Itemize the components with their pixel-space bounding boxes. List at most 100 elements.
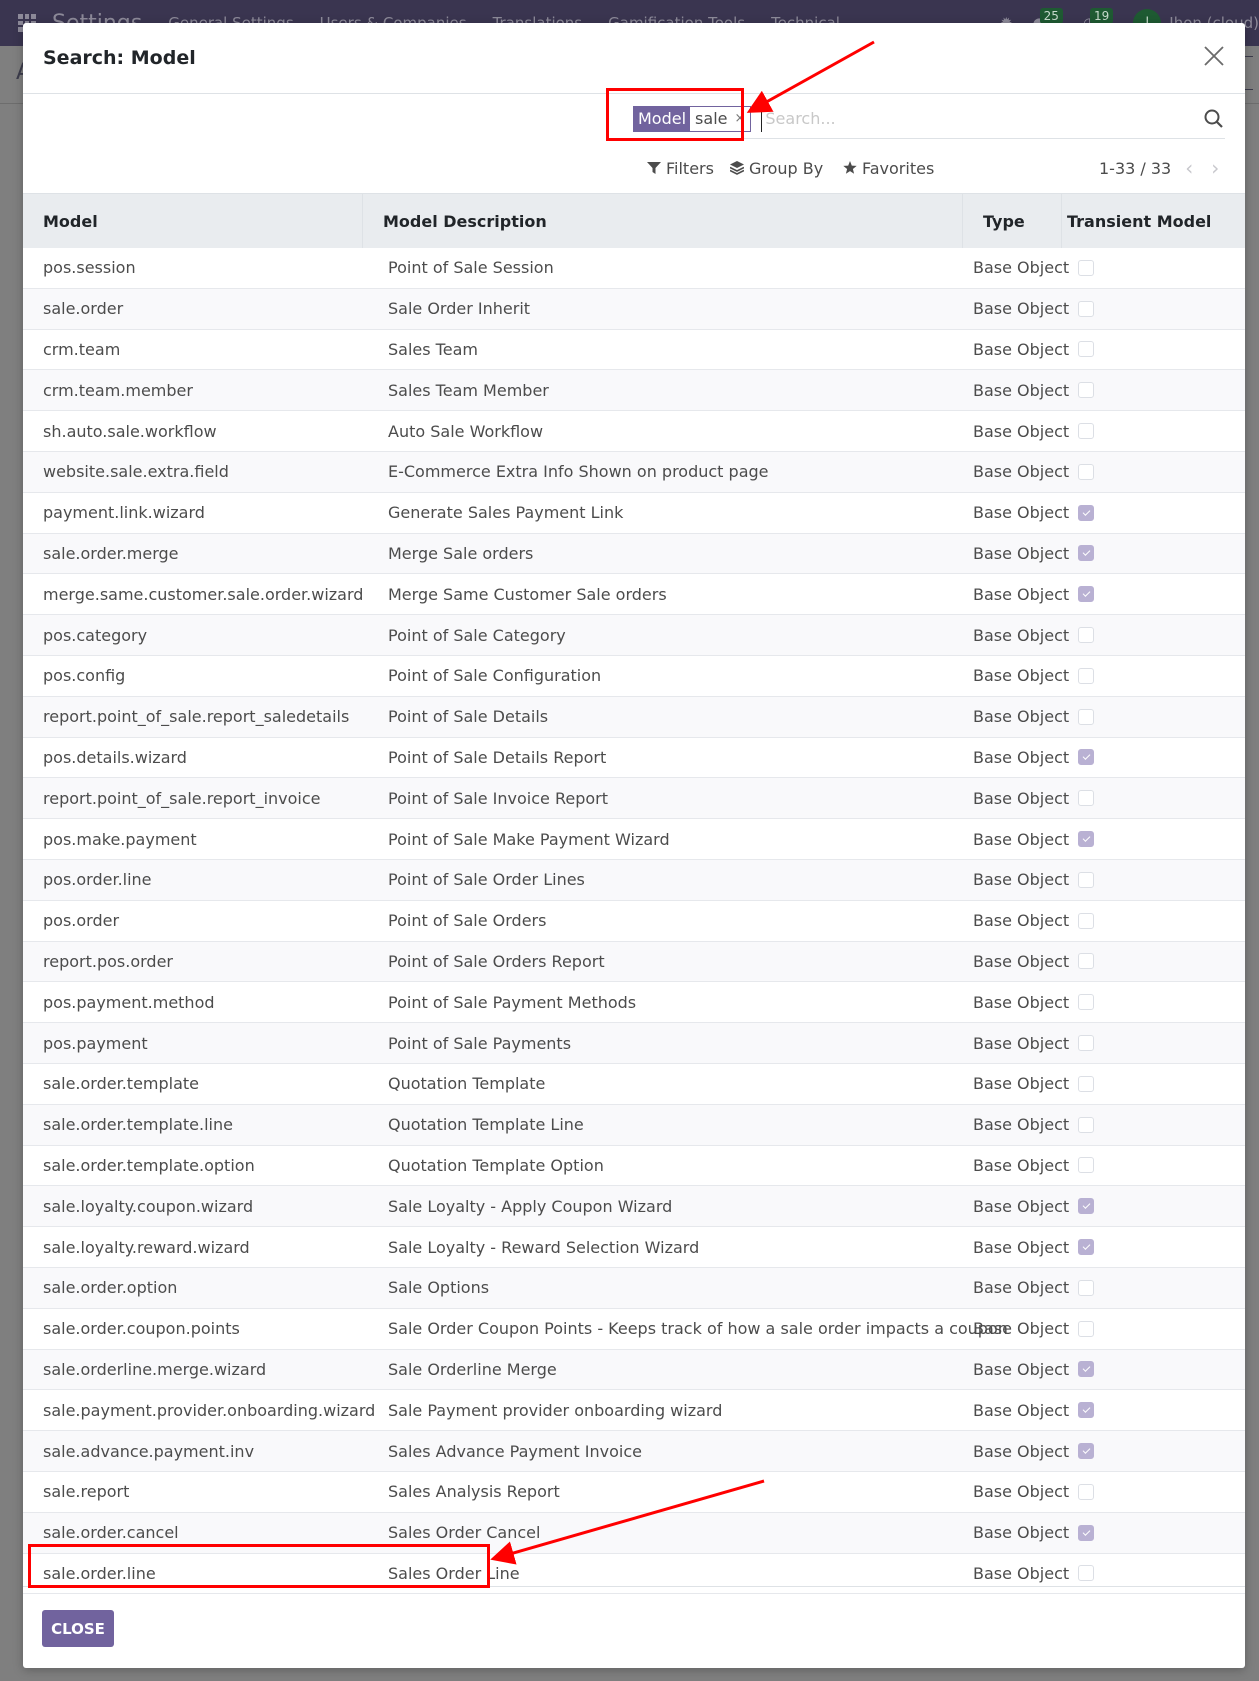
cell-model-description: Sale Options <box>388 1278 490 1298</box>
table-row[interactable]: crm.team.member Sales Team Member Base Obj… <box>23 370 1245 412</box>
table-header: Model Model Description Type Transient M… <box>23 193 1245 248</box>
cell-model-description: Sales Team Member <box>388 380 549 400</box>
checkbox-checked <box>1078 749 1094 766</box>
cell-model-description: Sale Orderline Merge <box>388 1359 557 1379</box>
cell-model-description: Auto Sale Workflow <box>388 421 544 441</box>
search-facet-model: Model sale × <box>633 105 752 132</box>
column-header-type[interactable]: Type <box>963 194 1062 248</box>
table-row[interactable]: sale.order Sale Order Inherit Base Object <box>23 288 1245 330</box>
search-icon[interactable] <box>1203 108 1225 130</box>
cell-model: pos.payment.method <box>43 992 215 1012</box>
cell-transient-model <box>1062 656 1245 696</box>
table-row[interactable]: pos.payment Point of Sale Payments Base Ob… <box>23 1023 1245 1064</box>
models-table: Model Model Description Type Transient M… <box>23 193 1245 1595</box>
group-by-button[interactable]: Group By <box>730 153 823 183</box>
checkbox-unchecked <box>1078 1035 1094 1052</box>
checkbox-unchecked <box>1078 667 1094 684</box>
cell-model: pos.details.wizard <box>43 747 187 767</box>
table-row[interactable]: sale.order.coupon.points Sale Order Coupo… <box>23 1309 1245 1350</box>
cell-model-description: Point of Sale Payment Methods <box>388 992 637 1012</box>
checkbox-unchecked <box>1078 382 1094 399</box>
cell-type: Base Object <box>973 829 1070 849</box>
cell-model-description: Sales Order Cancel <box>388 1523 541 1543</box>
checkbox-unchecked <box>1078 341 1094 358</box>
pager-previous-icon[interactable]: ‹ <box>1181 156 1197 180</box>
checkbox-unchecked <box>1078 1565 1094 1582</box>
table-row[interactable]: sale.loyalty.coupon.wizard Sale Loyalty -… <box>23 1186 1245 1228</box>
cell-model-description: Point of Sale Order Lines <box>388 870 585 890</box>
cell-type: Base Object <box>973 707 1070 727</box>
table-row[interactable]: report.pos.order Point of Sale Orders Rep… <box>23 941 1245 983</box>
cell-model-description: Quotation Template <box>388 1074 546 1094</box>
search-input[interactable] <box>761 105 1203 132</box>
table-row[interactable]: sale.order.template.line Quotation Templa… <box>23 1104 1245 1146</box>
checkbox-unchecked <box>1078 1483 1094 1500</box>
checkbox-unchecked <box>1078 871 1094 888</box>
filters-button[interactable]: Filters <box>647 153 714 183</box>
cell-transient-model <box>1062 697 1245 737</box>
cell-model: sale.payment.provider.onboarding.wizard <box>43 1400 376 1420</box>
cell-model: report.point_of_sale.report_invoice <box>43 788 321 808</box>
pager-next-icon[interactable]: › <box>1207 156 1223 180</box>
cell-model: sale.order.template <box>43 1074 200 1094</box>
table-row[interactable]: sale.orderline.merge.wizard Sale Orderlin… <box>23 1349 1245 1391</box>
pager-value[interactable]: 1-33 / 33 <box>1099 159 1171 178</box>
cell-model-description: Sale Loyalty - Reward Selection Wizard <box>388 1237 700 1257</box>
cell-transient-model <box>1062 534 1245 574</box>
checkbox-unchecked <box>1078 708 1094 725</box>
pager: 1-33 / 33 ‹ › <box>1099 153 1223 183</box>
table-row[interactable]: merge.same.customer.sale.order.wizard Mer… <box>23 574 1245 616</box>
cell-transient-model <box>1062 370 1245 410</box>
column-header-transient-model[interactable]: Transient Model <box>1062 194 1245 248</box>
facet-remove-icon[interactable]: × <box>732 106 751 131</box>
close-icon[interactable] <box>1201 43 1227 69</box>
checkbox-unchecked <box>1078 627 1094 644</box>
column-header-model[interactable]: Model <box>23 194 363 248</box>
table-row[interactable]: report.point_of_sale.report_invoice Point… <box>23 778 1245 820</box>
table-row[interactable]: pos.session Point of Sale Session Base Obj… <box>23 248 1245 289</box>
cell-type: Base Object <box>973 625 1070 645</box>
table-row[interactable]: sale.order.option Sale Options Base Object <box>23 1267 1245 1309</box>
cell-type: Base Object <box>973 992 1070 1012</box>
cell-model: sale.order.cancel <box>43 1523 179 1543</box>
table-row[interactable]: website.sale.extra.field E-Commerce Extra… <box>23 451 1245 493</box>
table-row[interactable]: sale.advance.payment.inv Sales Advance Pa… <box>23 1431 1245 1472</box>
table-row[interactable]: pos.order Point of Sale Orders Base Object <box>23 901 1245 942</box>
cell-model: sale.order <box>43 299 124 319</box>
messages-badge: 25 <box>1039 8 1063 24</box>
cell-type: Base Object <box>973 299 1070 319</box>
cell-model-description: Point of Sale Orders <box>388 911 547 931</box>
close-button[interactable]: CLOSE <box>42 1610 114 1647</box>
cell-transient-model <box>1062 330 1245 370</box>
table-row[interactable]: payment.link.wizard Generate Sales Paymen… <box>23 493 1245 534</box>
table-row[interactable]: sale.report Sales Analysis Report Base Obj… <box>23 1472 1245 1513</box>
layers-icon <box>730 161 744 175</box>
table-row[interactable]: pos.details.wizard Point of Sale Details … <box>23 738 1245 779</box>
cell-model-description: Point of Sale Session <box>388 258 554 278</box>
table-row[interactable]: pos.category Point of Sale Category Base O… <box>23 615 1245 656</box>
favorites-button[interactable]: Favorites <box>843 153 934 183</box>
table-row[interactable]: sale.loyalty.reward.wizard Sale Loyalty -… <box>23 1227 1245 1268</box>
table-row[interactable]: sale.order.template.option Quotation Temp… <box>23 1146 1245 1187</box>
cell-transient-model <box>1062 860 1245 900</box>
checkbox-unchecked <box>1078 790 1094 807</box>
cell-type: Base Object <box>973 1237 1070 1257</box>
table-row[interactable]: sale.payment.provider.onboarding.wizard S… <box>23 1390 1245 1432</box>
table-row[interactable]: sh.auto.sale.workflow Auto Sale Workflow B… <box>23 411 1245 452</box>
cell-type: Base Object <box>973 543 1070 563</box>
table-row[interactable]: pos.config Point of Sale Configuration Bas… <box>23 656 1245 697</box>
table-row[interactable]: crm.team Sales Team Base Object <box>23 330 1245 371</box>
dialog-header: Search: Model <box>23 23 1245 94</box>
table-row[interactable]: pos.make.payment Point of Sale Make Payme… <box>23 819 1245 860</box>
checkbox-checked <box>1078 831 1094 848</box>
table-row[interactable]: sale.order.cancel Sales Order Cancel Base … <box>23 1512 1245 1554</box>
table-row[interactable]: pos.order.line Point of Sale Order Lines B… <box>23 859 1245 901</box>
table-row[interactable]: report.point_of_sale.report_saledetails P… <box>23 696 1245 738</box>
cell-transient-model <box>1062 1390 1245 1430</box>
cell-type: Base Object <box>973 1400 1070 1420</box>
table-row[interactable]: sale.order.template Quotation Template Bas… <box>23 1064 1245 1105</box>
cell-type: Base Object <box>973 870 1070 890</box>
column-header-model-description[interactable]: Model Description <box>363 194 963 248</box>
table-row[interactable]: sale.order.merge Merge Sale orders Base Ob… <box>23 533 1245 575</box>
table-row[interactable]: pos.payment.method Point of Sale Payment … <box>23 982 1245 1024</box>
